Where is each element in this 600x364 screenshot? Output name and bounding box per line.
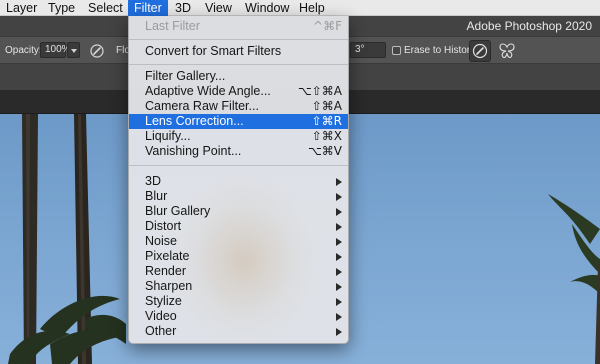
opacity-dropdown-button[interactable] <box>67 42 80 58</box>
submenu-pixelate[interactable]: Pixelate <box>129 249 348 264</box>
submenu-distort-label: Distort <box>145 219 182 233</box>
submenu-sharpen-label: Sharpen <box>145 279 193 293</box>
submenu-blur-gallery-label: Blur Gallery <box>145 204 211 218</box>
submenu-arrow-icon <box>336 238 342 246</box>
menu-separator <box>129 39 348 40</box>
submenu-arrow-icon <box>336 328 342 336</box>
submenu-other[interactable]: Other <box>129 324 348 339</box>
submenu-render[interactable]: Render <box>129 264 348 279</box>
submenu-blur-label: Blur <box>145 189 168 203</box>
liquify-label: Liquify... <box>145 129 191 143</box>
convert-smart-filters-label: Convert for Smart Filters <box>145 44 282 58</box>
symmetry-butterfly-icon[interactable] <box>498 42 516 63</box>
last-filter-shortcut: ^⌘F <box>313 19 342 33</box>
menu-item-vanishing-point[interactable]: Vanishing Point... ⌥⌘V <box>129 144 348 159</box>
adaptive-wide-angle-shortcut: ⌥⇧⌘A <box>297 84 342 98</box>
filter-menu-dropdown: Last Filter ^⌘F Convert for Smart Filter… <box>128 16 349 344</box>
camera-raw-filter-label: Camera Raw Filter... <box>145 99 259 113</box>
submenu-arrow-icon <box>336 223 342 231</box>
menu-bar: Layer Type Select Filter 3D View Window … <box>0 0 600 16</box>
submenu-render-label: Render <box>145 264 186 278</box>
menu-separator <box>129 165 348 166</box>
submenu-stylize[interactable]: Stylize <box>129 294 348 309</box>
menu-type[interactable]: Type <box>42 0 81 16</box>
menu-filter[interactable]: Filter <box>128 0 168 16</box>
menu-item-last-filter: Last Filter ^⌘F <box>129 19 348 34</box>
pressure-opacity-icon[interactable] <box>89 43 105 62</box>
submenu-blur-gallery[interactable]: Blur Gallery <box>129 204 348 219</box>
submenu-arrow-icon <box>336 283 342 291</box>
erase-to-history-checkbox[interactable] <box>392 46 401 55</box>
menu-item-filter-gallery[interactable]: Filter Gallery... <box>129 69 348 84</box>
menu-item-adaptive-wide-angle[interactable]: Adaptive Wide Angle... ⌥⇧⌘A <box>129 84 348 99</box>
opacity-label: Opacity: <box>5 45 42 56</box>
submenu-arrow-icon <box>336 313 342 321</box>
submenu-arrow-icon <box>336 208 342 216</box>
menu-view[interactable]: View <box>199 0 238 16</box>
last-filter-label: Last Filter <box>145 19 200 33</box>
submenu-noise-label: Noise <box>145 234 177 248</box>
menu-layer[interactable]: Layer <box>0 0 43 16</box>
camera-raw-filter-shortcut: ⇧⌘A <box>311 99 342 113</box>
submenu-arrow-icon <box>336 253 342 261</box>
submenu-noise[interactable]: Noise <box>129 234 348 249</box>
pressure-size-button[interactable] <box>469 40 491 62</box>
submenu-3d-label: 3D <box>145 174 161 188</box>
lens-correction-label: Lens Correction... <box>145 114 244 128</box>
menu-3d[interactable]: 3D <box>169 0 197 16</box>
menu-select[interactable]: Select <box>82 0 129 16</box>
submenu-distort[interactable]: Distort <box>129 219 348 234</box>
lens-correction-shortcut: ⇧⌘R <box>311 114 342 128</box>
filter-gallery-label: Filter Gallery... <box>145 69 226 83</box>
submenu-arrow-icon <box>336 268 342 276</box>
erase-to-history-label: Erase to History <box>404 45 476 56</box>
adaptive-wide-angle-label: Adaptive Wide Angle... <box>145 84 271 98</box>
menu-separator <box>129 64 348 65</box>
submenu-sharpen[interactable]: Sharpen <box>129 279 348 294</box>
submenu-arrow-icon <box>336 178 342 186</box>
liquify-shortcut: ⇧⌘X <box>311 129 342 143</box>
vanishing-point-shortcut: ⌥⌘V <box>307 144 342 158</box>
menu-help[interactable]: Help <box>293 0 331 16</box>
menu-item-lens-correction[interactable]: Lens Correction... ⇧⌘R <box>129 114 348 129</box>
submenu-stylize-label: Stylize <box>145 294 182 308</box>
opacity-field[interactable]: 100% <box>40 42 71 58</box>
app-title: Adobe Photoshop 2020 <box>466 19 592 33</box>
angle-field[interactable]: 3° <box>350 42 386 58</box>
submenu-3d[interactable]: 3D <box>129 174 348 189</box>
menu-item-convert-smart-filters[interactable]: Convert for Smart Filters <box>129 44 348 59</box>
submenu-arrow-icon <box>336 298 342 306</box>
menu-item-camera-raw-filter[interactable]: Camera Raw Filter... ⇧⌘A <box>129 99 348 114</box>
menu-window[interactable]: Window <box>239 0 295 16</box>
submenu-pixelate-label: Pixelate <box>145 249 190 263</box>
submenu-other-label: Other <box>145 324 177 338</box>
vanishing-point-label: Vanishing Point... <box>145 144 242 158</box>
pressure-size-icon <box>472 43 488 59</box>
submenu-blur[interactable]: Blur <box>129 189 348 204</box>
menu-item-liquify[interactable]: Liquify... ⇧⌘X <box>129 129 348 144</box>
submenu-video[interactable]: Video <box>129 309 348 324</box>
submenu-video-label: Video <box>145 309 177 323</box>
submenu-arrow-icon <box>336 193 342 201</box>
